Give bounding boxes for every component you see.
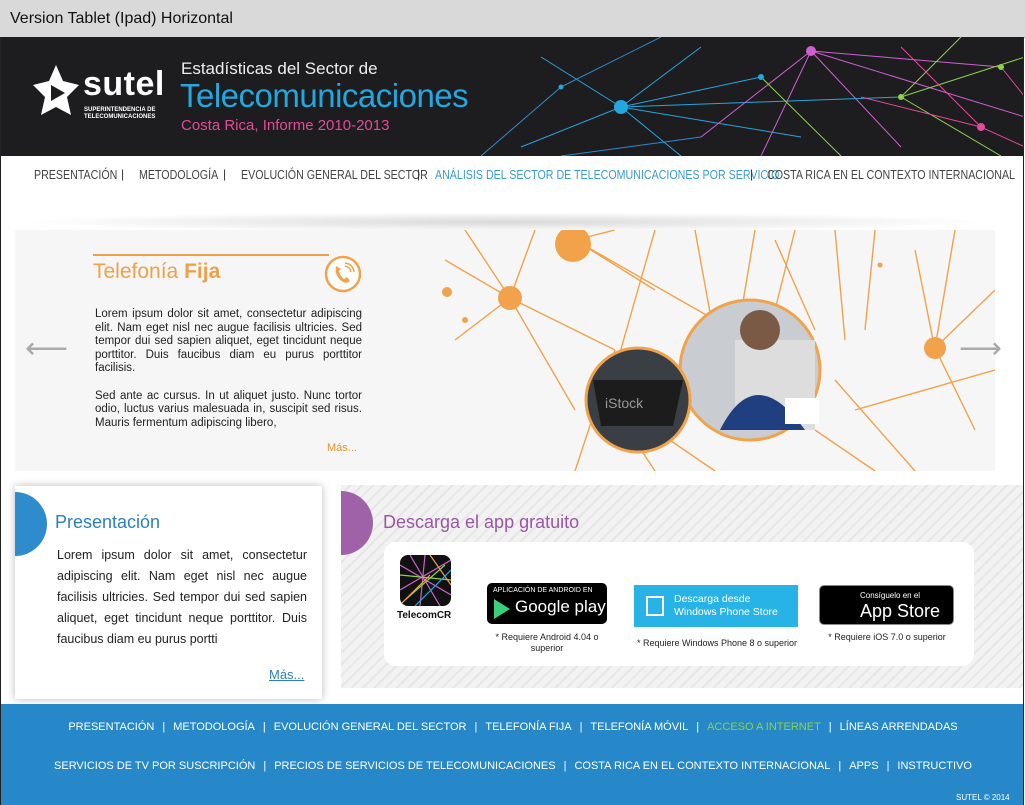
footer-link-presentacion[interactable]: PRESENTACIÓN: [68, 721, 154, 733]
app-store-label: App Store: [860, 601, 941, 621]
slide-paragraph-2: Sed ante ac cursus. In ut aliquet justo.…: [95, 389, 362, 429]
app-store-small: Consíguelo en el: [860, 591, 921, 600]
footer-separator: |: [696, 721, 700, 733]
footer-link-acceso-internet[interactable]: ACCESO A INTERNET: [707, 721, 821, 733]
sutel-star-icon: [33, 65, 79, 115]
caption-text: Version Tablet (Ipad) Horizontal: [10, 10, 233, 27]
presentacion-accent: [15, 492, 47, 556]
slide-title-bold: Fija: [184, 260, 221, 283]
footer-separator: |: [262, 721, 266, 733]
footer-separator: |: [162, 721, 166, 733]
footer-row-2: SERVICIOS DE TV POR SUSCRIPCIÓN | PRECIOS …: [1, 760, 1023, 772]
presentacion-card: Presentación Lorem ipsum dolor sit amet,…: [15, 486, 322, 699]
nav-item-evolucion[interactable]: EVOLUCIÓN GENERAL DEL SECTOR: [241, 167, 428, 182]
footer-separator: |: [886, 760, 890, 772]
google-play-small: APLICACIÓN DE ANDROID EN: [493, 587, 593, 594]
photo-watermark: iStock: [605, 395, 644, 411]
footer-link-instructivo[interactable]: INSTRUCTIVO: [897, 760, 972, 772]
presentacion-text: Lorem ipsum dolor sit amet, consectetur …: [57, 548, 307, 646]
copyright: SUTEL © 2014: [956, 793, 1010, 802]
header-report: Costa Rica, Informe 2010-2013: [181, 117, 390, 134]
slider-next-icon[interactable]: ⟶: [959, 331, 1002, 366]
page-caption: Version Tablet (Ipad) Horizontal: [0, 0, 1025, 38]
google-play-button[interactable]: APLICACIÓN DE ANDROID EN Google play: [487, 583, 607, 624]
slide-body: Lorem ipsum dolor sit amet, consectetur …: [95, 308, 362, 444]
footer-link-precios[interactable]: PRECIOS DE SERVICIOS DE TELECOMUNICACION…: [274, 760, 555, 772]
slide-title-rule: [93, 254, 329, 256]
windows-store-note: * Requiere Windows Phone 8 o superior: [636, 638, 798, 648]
windows-store-button[interactable]: Descarga desde Windows Phone Store: [634, 585, 798, 627]
footer-link-costa-rica[interactable]: COSTA RICA EN EL CONTEXTO INTERNACIONAL: [574, 760, 830, 772]
footer-link-metodologia[interactable]: METODOLOGÍA: [173, 721, 255, 733]
app-store-button[interactable]: Consíguelo en el App Store: [819, 585, 954, 625]
nav-separator: |: [750, 167, 754, 181]
nav-separator: |: [223, 167, 227, 181]
app-accent: [341, 491, 373, 555]
slide-paragraph-1: Lorem ipsum dolor sit amet, consectetur …: [95, 308, 362, 374]
slide-title: Telefonía Fija: [93, 260, 220, 284]
nav-separator: |: [121, 167, 125, 181]
hero-slider: iStock Telefonía Fija Lorem ipsum dolor …: [15, 230, 995, 471]
footer-link-apps[interactable]: APPS: [849, 760, 878, 772]
footer-link-lineas-arrendadas[interactable]: LÍNEAS ARRENDADAS: [840, 721, 958, 733]
nav-separator: |: [417, 167, 421, 181]
footer-link-evolucion[interactable]: EVOLUCIÓN GENERAL DEL SECTOR: [274, 721, 467, 733]
slider-shadow: [15, 212, 995, 232]
footer-row-1: PRESENTACIÓN | METODOLOGÍA | EVOLUCIÓN GENER…: [1, 721, 1023, 733]
logo-sub-1: SUPERINTENDENCIA DE: [84, 107, 156, 113]
footer-separator: |: [838, 760, 842, 772]
footer-separator: |: [579, 721, 583, 733]
header-title: Telecomunicaciones: [180, 77, 469, 114]
presentacion-title: Presentación: [55, 512, 161, 532]
telecomcr-app-icon[interactable]: [400, 555, 451, 606]
header-subtitle: Estadísticas del Sector de: [181, 59, 378, 78]
telecomcr-label: TelecomCR: [397, 610, 452, 621]
footer-link-telefonia-movil[interactable]: TELEFONÍA MÓVIL: [590, 721, 688, 733]
windows-line-2: Windows Phone Store: [674, 606, 778, 618]
slide-title-light: Telefonía: [93, 260, 185, 283]
footer-separator: |: [474, 721, 478, 733]
logo-wordmark: sutel: [83, 65, 165, 103]
app-store-note: * Requiere iOS 7.0 o superior: [828, 632, 946, 642]
sutel-logo[interactable]: sutel SUPERINTENDENCIA DE TELECOMUNICACIO…: [31, 61, 164, 131]
footer-link-telefonia-fija[interactable]: TELEFONÍA FIJA: [485, 721, 571, 733]
logo-subtitle: SUPERINTENDENCIA DE TELECOMUNICACIONES: [84, 107, 155, 121]
phone-icon: [323, 254, 363, 294]
app-badges-card: TelecomCR APLICACIÓN DE ANDROID EN Googl…: [384, 542, 974, 666]
slider-prev-icon[interactable]: ⟵: [25, 331, 68, 366]
google-play-note: * Requiere Android 4.04 o superior: [495, 632, 599, 653]
app-title: Descarga el app gratuito: [383, 512, 580, 532]
nav-item-costa-rica[interactable]: COSTA RICA EN EL CONTEXTO INTERNACIONAL: [767, 167, 1015, 182]
logo-sub-2: TELECOMUNICACIONES: [84, 114, 156, 120]
site-footer: PRESENTACIÓN | METODOLOGÍA | EVOLUCIÓN GENER…: [1, 704, 1023, 805]
footer-separator: |: [828, 721, 832, 733]
google-play-label: Google play: [515, 597, 606, 616]
windows-line-1: Descarga desde: [674, 593, 751, 605]
windows-store-icon: [646, 596, 664, 616]
main-nav: PRESENTACIÓN | METODOLOGÍA | EVOLUCIÓN G…: [1, 167, 1023, 187]
footer-separator: |: [563, 760, 567, 772]
footer-separator: |: [263, 760, 267, 772]
site-header: sutel SUPERINTENDENCIA DE TELECOMUNICACIO…: [1, 37, 1023, 156]
nav-item-metodologia[interactable]: METODOLOGÍA: [139, 167, 218, 182]
google-play-icon: [494, 599, 510, 619]
presentacion-more-link[interactable]: Más...: [269, 667, 304, 682]
app-download-section: Descarga el app gratuito TelecomCR APLIC…: [341, 485, 1023, 688]
footer-link-tv[interactable]: SERVICIOS DE TV POR SUSCRIPCIÓN: [54, 760, 255, 772]
nav-item-analisis[interactable]: ANÁLISIS DEL SECTOR DE TELECOMUNICACIONE…: [435, 167, 779, 182]
windows-store-label: Descarga desde Windows Phone Store: [674, 593, 778, 619]
slide-more-link[interactable]: Más...: [327, 442, 357, 454]
tablet-frame: sutel SUPERINTENDENCIA DE TELECOMUNICACIO…: [0, 37, 1024, 805]
nav-item-presentacion[interactable]: PRESENTACIÓN: [34, 167, 117, 182]
